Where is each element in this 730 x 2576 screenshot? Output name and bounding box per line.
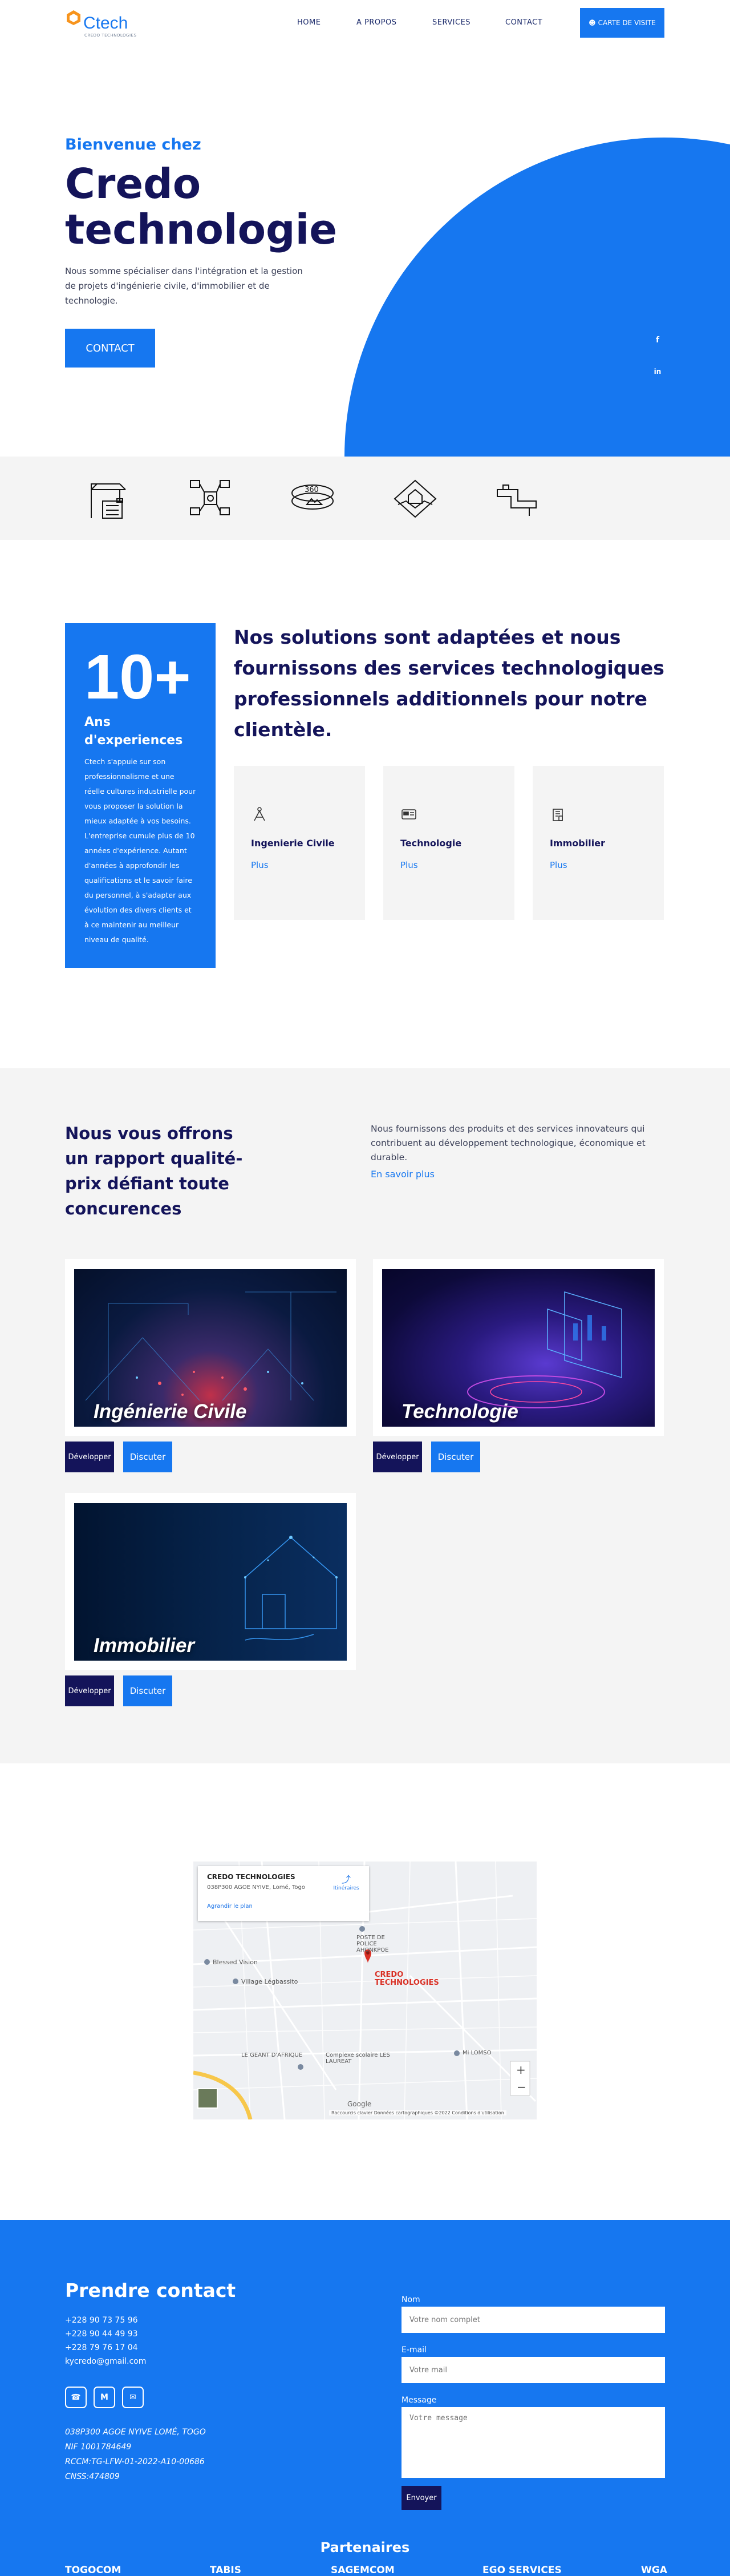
message-label: Message	[402, 2396, 437, 2405]
service-name: Technologie	[402, 1400, 518, 1423]
card-ingenierie-civile[interactable]: Ingenierie Civile Plus	[234, 766, 365, 920]
map-enlarge-link[interactable]: Agrandir le plan	[207, 1903, 360, 1909]
offer-section: Nous vous offrons un rapport qualité-pri…	[0, 1068, 730, 1763]
messenger-icon[interactable]: ✉	[122, 2387, 144, 2408]
civil-engineering-icon	[254, 807, 265, 821]
card-link[interactable]: Plus	[400, 860, 497, 870]
map-pin-label-2: TECHNOLOGIES	[375, 1979, 439, 1987]
map-google-logo: Google	[347, 2100, 372, 2108]
map-label: Complexe scolaire LES LAUREAT	[326, 2052, 390, 2065]
hero-title-line1: Credo	[65, 160, 201, 208]
map-directions[interactable]: ⤴ Itinéraires	[330, 1872, 362, 1891]
service-technologie[interactable]: Technologie	[373, 1259, 664, 1436]
map-label: Village Légbassito	[241, 1978, 298, 1985]
service-name: Immobilier	[94, 1634, 194, 1657]
partner-item: EGO SERVICES	[482, 2565, 562, 2576]
facebook-icon[interactable]: f	[651, 334, 664, 346]
discuss-button[interactable]: Discuter	[123, 1675, 172, 1706]
svg-text:360: 360	[305, 486, 319, 494]
plumbing-icon	[497, 484, 537, 516]
experience-text: Ctech s'appuie sur son professionnalisme…	[84, 757, 196, 944]
card-link[interactable]: Plus	[251, 860, 348, 870]
map-attribution: Raccourcis clavier Données cartographiqu…	[329, 2110, 506, 2115]
email-field[interactable]	[402, 2357, 665, 2383]
map-label: POSTE DE POLICE AHONKPOE	[356, 1935, 389, 1953]
linkedin-icon[interactable]: in	[651, 365, 664, 378]
email-label: E-mail	[402, 2345, 427, 2355]
experience-label: Ans d'experiences	[84, 715, 183, 748]
partner-item: WGA	[641, 2565, 667, 2576]
develop-button[interactable]: Développer	[65, 1442, 114, 1472]
civil-engineering-image: Ingénierie Civile	[74, 1269, 347, 1427]
service-name: Ingénierie Civile	[94, 1400, 247, 1423]
hero-decor-circle	[344, 138, 730, 457]
service-immobilier[interactable]: Immobilier	[65, 1493, 356, 1670]
technology-image: Technologie	[382, 1269, 655, 1427]
card-link[interactable]: Plus	[550, 860, 647, 870]
partner-item: TOGOCOM	[65, 2565, 121, 2576]
offer-description: Nous fournissons des produits et des ser…	[371, 1124, 646, 1162]
map-pin-label: CREDO TECHNOLOGIES	[375, 1971, 439, 1987]
offer-title: Nous vous offrons un rapport qualité-pri…	[65, 1124, 243, 1218]
real-estate-icon	[553, 809, 563, 821]
map-pin-label-1: CREDO	[375, 1971, 404, 1979]
contact-title: Prendre contact	[65, 2279, 236, 2302]
discuss-button[interactable]: Discuter	[431, 1442, 480, 1472]
card-immobilier[interactable]: Immobilier Plus	[533, 766, 664, 920]
map-label: Blessed Vision	[213, 1959, 258, 1966]
legal-address: 038P300 AGOE NYIVE LOMÉ, TOGO	[65, 2428, 206, 2437]
partners-title: Partenaires	[320, 2539, 410, 2555]
google-map[interactable]: + − CREDO TECHNOLOGIES 038P300 AGOE NYIV…	[193, 1862, 537, 2119]
whatsapp-icon[interactable]: ☎	[65, 2387, 87, 2408]
directions-icon: ⤴	[341, 1874, 351, 1885]
legal-nif: NIF 1001784649	[65, 2442, 132, 2452]
phone-3[interactable]: +228 79 76 17 04	[65, 2343, 138, 2352]
map-label: LE GEANT D'AFRIQUE	[241, 2052, 303, 2058]
contact-button[interactable]: CONTACT	[65, 329, 155, 368]
name-field[interactable]	[402, 2307, 665, 2333]
construction-icon	[91, 483, 126, 519]
svg-text:−: −	[517, 2080, 526, 2094]
contact-email[interactable]: kycredo@gmail.com	[65, 2357, 146, 2366]
directions-label: Itinéraires	[333, 1885, 359, 1891]
develop-button[interactable]: Développer	[373, 1442, 422, 1472]
develop-button[interactable]: Développer	[65, 1675, 114, 1706]
partner-item: TABIS	[210, 2565, 241, 2576]
card-title: Technologie	[400, 838, 462, 849]
network-icon	[190, 480, 230, 515]
phone-2[interactable]: +228 90 44 49 93	[65, 2329, 138, 2339]
card-title: Immobilier	[550, 838, 605, 849]
hero-description: Nous somme spécialiser dans l'intégratio…	[65, 266, 303, 306]
technology-icon	[402, 809, 416, 819]
legal-cnss: CNSS:474809	[65, 2472, 120, 2481]
map-label: Mi LOMSO	[463, 2050, 492, 2056]
solutions-title: Nos solutions sont adaptées et nous four…	[234, 626, 664, 741]
phone-1[interactable]: +228 90 73 75 96	[65, 2316, 138, 2325]
hero-title: Credo technologie	[65, 161, 384, 252]
svg-text:+: +	[516, 2063, 526, 2077]
real-estate-image: Immobilier	[74, 1503, 347, 1661]
message-field[interactable]	[402, 2407, 665, 2478]
submit-button[interactable]: Envoyer	[402, 2486, 441, 2510]
name-label: Nom	[402, 2295, 420, 2304]
learn-more-link[interactable]: En savoir plus	[371, 1169, 435, 1180]
legal-rccm: RCCM:TG-LFW-01-2022-A10-00686	[65, 2457, 205, 2466]
hero-subtitle: Bienvenue chez	[65, 136, 201, 154]
discuss-button[interactable]: Discuter	[123, 1442, 172, 1472]
icon-band: 360	[0, 457, 730, 540]
handshake-house-icon	[394, 479, 437, 518]
hero-title-line2: technologie	[65, 205, 338, 253]
experience-box: 10+ Ans d'experiences Ctech s'appuie sur…	[65, 623, 216, 968]
gmail-icon[interactable]: M	[94, 2387, 115, 2408]
service-ingenierie-civile[interactable]: Ingénierie Civile	[65, 1259, 356, 1436]
partner-item: SAGEMCOM	[331, 2565, 395, 2576]
card-technologie[interactable]: Technologie Plus	[383, 766, 514, 920]
360-view-icon: 360	[291, 484, 334, 510]
card-title: Ingenierie Civile	[251, 838, 335, 849]
experience-number: 10+	[84, 642, 191, 712]
map-info-card: CREDO TECHNOLOGIES 038P300 AGOE NYIVE, L…	[198, 1866, 369, 1921]
contact-section: Prendre contact +228 90 73 75 96 +228 90…	[0, 2220, 730, 2576]
